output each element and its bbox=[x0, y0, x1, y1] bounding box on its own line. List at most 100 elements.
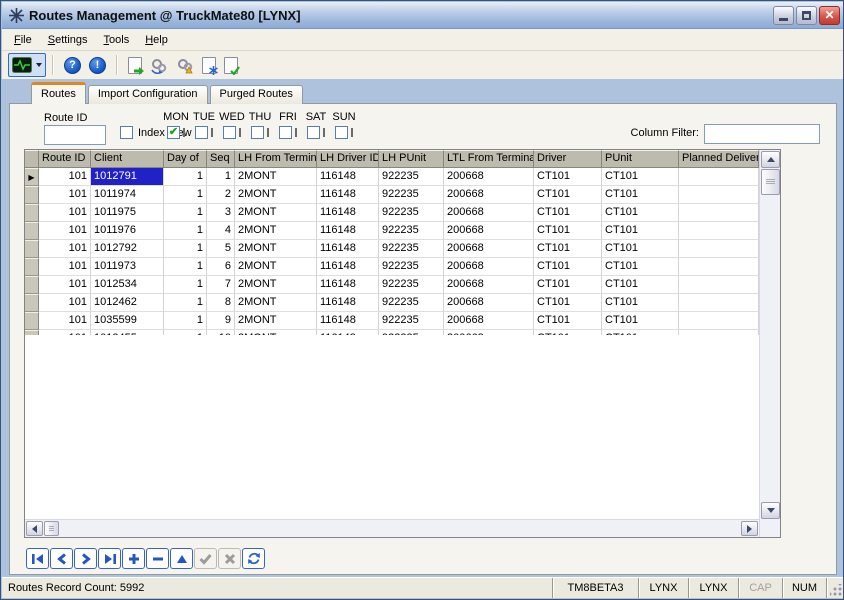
row-indicator[interactable] bbox=[25, 294, 39, 312]
grid-cell[interactable]: 7 bbox=[207, 276, 235, 294]
grid-cell[interactable]: 2 bbox=[207, 186, 235, 204]
grid-cell[interactable]: CT101 bbox=[602, 222, 679, 240]
grid-cell[interactable]: 1 bbox=[164, 276, 207, 294]
grid-cell[interactable] bbox=[679, 294, 759, 312]
grid-cell[interactable]: 922235 bbox=[379, 168, 444, 186]
grid-cell[interactable]: 200668 bbox=[444, 294, 534, 312]
help-button[interactable]: ? bbox=[60, 53, 85, 77]
grid-cell[interactable]: CT101 bbox=[534, 222, 602, 240]
day-checkbox-fri[interactable] bbox=[279, 126, 292, 139]
grid-cell[interactable]: 1 bbox=[164, 222, 207, 240]
grid-cell[interactable]: 116148 bbox=[317, 240, 379, 258]
grid-cell[interactable]: 101 bbox=[39, 204, 91, 222]
route-id-input[interactable] bbox=[44, 125, 106, 145]
grid-cell[interactable]: CT101 bbox=[602, 294, 679, 312]
day-checkbox-tue[interactable] bbox=[195, 126, 208, 139]
column-header-lh-driver-id[interactable]: LH Driver ID bbox=[317, 150, 379, 168]
notes-button[interactable] bbox=[198, 53, 220, 77]
nav-last-button[interactable] bbox=[98, 548, 121, 569]
column-header-client[interactable]: Client bbox=[91, 150, 164, 168]
grid-cell[interactable]: 2MONT bbox=[235, 186, 317, 204]
nav-first-button[interactable] bbox=[26, 548, 49, 569]
grid-cell[interactable]: 200668 bbox=[444, 204, 534, 222]
nav-insert-button[interactable] bbox=[122, 548, 145, 569]
grid-cell[interactable]: CT101 bbox=[534, 168, 602, 186]
grid-cell[interactable] bbox=[679, 312, 759, 330]
grid-cell[interactable]: 200668 bbox=[444, 312, 534, 330]
grid-cell[interactable]: 101 bbox=[39, 240, 91, 258]
grid-cell[interactable]: 101 bbox=[39, 258, 91, 276]
nav-cancel-button[interactable] bbox=[218, 548, 241, 569]
grid-cell[interactable]: CT101 bbox=[534, 204, 602, 222]
grid-cell[interactable]: 200668 bbox=[444, 222, 534, 240]
grid-cell[interactable]: 2MONT bbox=[235, 276, 317, 294]
grid-cell[interactable]: 3 bbox=[207, 204, 235, 222]
sync-settings-button[interactable] bbox=[146, 53, 172, 77]
grid-cell[interactable]: 1 bbox=[164, 204, 207, 222]
vertical-scrollbar[interactable] bbox=[759, 150, 780, 537]
menu-file[interactable]: File bbox=[6, 31, 40, 49]
grid-cell[interactable]: 922235 bbox=[379, 276, 444, 294]
grid-cell[interactable]: 101 bbox=[39, 186, 91, 204]
grid-cell[interactable]: 116148 bbox=[317, 294, 379, 312]
grid-cell[interactable]: 200668 bbox=[444, 186, 534, 204]
menu-settings[interactable]: Settings bbox=[40, 31, 96, 49]
grid-cell[interactable]: 200668 bbox=[444, 258, 534, 276]
grid-cell[interactable] bbox=[679, 168, 759, 186]
column-header-planned-delivery[interactable]: Planned Delivery bbox=[679, 150, 759, 168]
grid-cell[interactable]: 1 bbox=[164, 168, 207, 186]
grid-cell[interactable]: 2MONT bbox=[235, 258, 317, 276]
grid-cell[interactable]: 101 bbox=[39, 294, 91, 312]
grid-cell[interactable]: 200668 bbox=[444, 168, 534, 186]
grid-cell[interactable]: 2MONT bbox=[235, 222, 317, 240]
grid-cell[interactable]: 1012792 bbox=[91, 240, 164, 258]
row-indicator[interactable] bbox=[25, 240, 39, 258]
day-checkbox-sat[interactable] bbox=[307, 126, 320, 139]
nav-post-button[interactable] bbox=[194, 548, 217, 569]
grid-cell[interactable]: 1 bbox=[164, 312, 207, 330]
row-indicator[interactable] bbox=[25, 312, 39, 330]
grid-cell[interactable]: 1 bbox=[164, 186, 207, 204]
current-row-indicator[interactable]: ▶ bbox=[25, 168, 39, 186]
horizontal-scroll-thumb[interactable] bbox=[44, 521, 59, 536]
validate-button[interactable] bbox=[220, 53, 242, 77]
day-checkbox-mon[interactable]: ✔ bbox=[167, 126, 180, 139]
grid-cell[interactable]: 116148 bbox=[317, 276, 379, 294]
grid-cell[interactable]: 116148 bbox=[317, 168, 379, 186]
scroll-up-button[interactable] bbox=[761, 151, 780, 168]
scroll-right-button[interactable] bbox=[741, 521, 758, 536]
grid-cell[interactable]: 1012791 bbox=[91, 168, 164, 186]
close-button[interactable]: ✕ bbox=[819, 6, 840, 25]
grid-cell[interactable]: 9 bbox=[207, 312, 235, 330]
grid-cell[interactable]: CT101 bbox=[602, 240, 679, 258]
grid-cell[interactable]: CT101 bbox=[534, 276, 602, 294]
grid-cell[interactable]: 116148 bbox=[317, 222, 379, 240]
horizontal-scrollbar[interactable] bbox=[25, 519, 759, 537]
grid-cell[interactable]: 1011973 bbox=[91, 258, 164, 276]
grid-cell[interactable]: 1011974 bbox=[91, 186, 164, 204]
grid-cell[interactable] bbox=[679, 222, 759, 240]
day-checkbox-sun[interactable] bbox=[335, 126, 348, 139]
grid-cell[interactable]: 2MONT bbox=[235, 204, 317, 222]
row-indicator[interactable] bbox=[25, 276, 39, 294]
maximize-button[interactable] bbox=[796, 6, 817, 25]
grid-cell[interactable]: 6 bbox=[207, 258, 235, 276]
scroll-down-button[interactable] bbox=[761, 502, 780, 519]
grid-cell[interactable] bbox=[679, 204, 759, 222]
grid-cell[interactable]: 922235 bbox=[379, 186, 444, 204]
nav-refresh-button[interactable] bbox=[242, 548, 265, 569]
grid-cell[interactable]: CT101 bbox=[534, 312, 602, 330]
about-button[interactable]: ! bbox=[85, 53, 110, 77]
grid-cell[interactable]: 1 bbox=[164, 240, 207, 258]
grid-cell[interactable]: 5 bbox=[207, 240, 235, 258]
grid-cell[interactable]: 1035599 bbox=[91, 312, 164, 330]
grid-cell[interactable]: 4 bbox=[207, 222, 235, 240]
grid-cell[interactable]: 2MONT bbox=[235, 312, 317, 330]
menu-help[interactable]: Help bbox=[137, 31, 176, 49]
grid-cell[interactable]: CT101 bbox=[534, 258, 602, 276]
day-checkbox-wed[interactable] bbox=[223, 126, 236, 139]
minimize-button[interactable] bbox=[773, 6, 794, 25]
grid-cell[interactable]: 922235 bbox=[379, 294, 444, 312]
grid-cell[interactable]: 2MONT bbox=[235, 240, 317, 258]
column-header-lh-from-terminal[interactable]: LH From Terminal bbox=[235, 150, 317, 168]
